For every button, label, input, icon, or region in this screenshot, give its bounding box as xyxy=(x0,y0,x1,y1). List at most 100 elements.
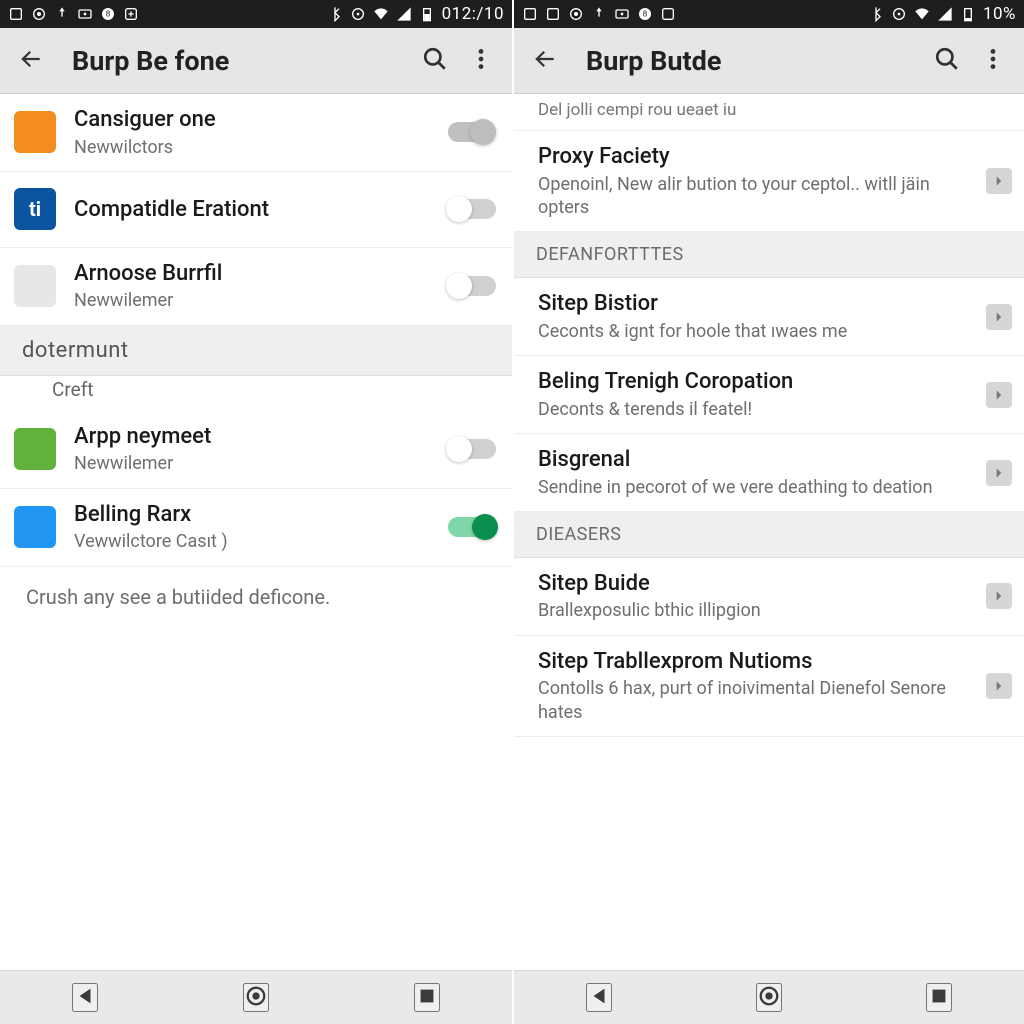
bluetooth-icon xyxy=(327,6,343,22)
section-sub: Creft xyxy=(0,376,512,411)
app-icon: ti xyxy=(14,188,56,230)
chevron-right-icon xyxy=(986,673,1012,699)
item-title: Belling Rarx xyxy=(74,501,438,529)
list-item[interactable]: ti Compatidle Erationt xyxy=(0,172,512,248)
app-title: Burp Be fone xyxy=(72,45,412,77)
back-button[interactable] xyxy=(522,36,568,85)
back-icon xyxy=(18,46,44,72)
list-item[interactable]: Belling Rarx Vewwilctore Casıt ) xyxy=(0,489,512,567)
item-subtitle: Contolls 6 hax, purt of inoivimental Die… xyxy=(538,677,970,724)
settings-list[interactable]: Del jolli cempi rou ueaet iu Proxy Facie… xyxy=(514,94,1024,970)
item-subtitle: Newwilemer xyxy=(74,289,438,312)
circle-home-icon xyxy=(245,985,267,1007)
status-icon xyxy=(31,6,47,22)
search-icon xyxy=(422,46,448,72)
item-title: Proxy Faciety xyxy=(538,143,970,171)
chevron-right-icon xyxy=(986,583,1012,609)
triangle-back-icon xyxy=(588,985,610,1007)
list-item[interactable]: Arnoose Burrfil Newwilemer xyxy=(0,248,512,326)
item-title: Arnoose Burrfil xyxy=(74,260,438,288)
section-header: DIEASERS xyxy=(514,512,1024,558)
list-item[interactable]: Proxy Faciety Openoinl, New alir bution … xyxy=(514,131,1024,232)
status-battery-pct: 10% xyxy=(983,4,1016,24)
circle-home-icon xyxy=(758,985,780,1007)
item-title: Sitep Buide xyxy=(538,570,970,598)
list-item[interactable]: Sitep Buide Brallexposulic bthic illipgi… xyxy=(514,558,1024,636)
item-subtitle: Newwilemer xyxy=(74,452,438,475)
toggle-switch[interactable] xyxy=(448,199,496,219)
location-icon xyxy=(891,6,907,22)
list-item[interactable]: Bisgrenal Sendine in pecorot of we vere … xyxy=(514,434,1024,512)
list-item[interactable]: Sitep Bistior Ceconts & ignt for hoole t… xyxy=(514,278,1024,356)
status-right-icons: 012:/10 xyxy=(327,4,504,24)
nav-home[interactable] xyxy=(756,983,782,1012)
svg-text:8: 8 xyxy=(643,10,648,19)
toggle-switch[interactable] xyxy=(448,439,496,459)
toggle-switch[interactable] xyxy=(448,276,496,296)
battery-icon xyxy=(960,6,976,22)
app-bar: Burp Butde xyxy=(514,28,1024,94)
phone-right: 8 10% Burp Butde Del jolli cempi rou uea… xyxy=(512,0,1024,1024)
status-bar: 8 10% xyxy=(514,0,1024,28)
status-icon xyxy=(568,6,584,22)
back-icon xyxy=(532,46,558,72)
status-icon: 8 xyxy=(100,6,116,22)
item-title: Arpp neymeet xyxy=(74,423,438,451)
list-item[interactable]: Sitep Trabllexprom Nutioms Contolls 6 ha… xyxy=(514,636,1024,737)
svg-text:8: 8 xyxy=(106,10,111,19)
status-icon xyxy=(123,6,139,22)
back-button[interactable] xyxy=(8,36,54,85)
search-icon xyxy=(934,46,960,72)
status-icon xyxy=(660,6,676,22)
item-subtitle: Newwilctors xyxy=(74,136,438,159)
item-subtitle: Brallexposulic bthic illipgion xyxy=(538,599,970,622)
search-button[interactable] xyxy=(924,36,970,85)
list-item[interactable]: Cansiguer one Newwilctors xyxy=(0,94,512,172)
toggle-switch[interactable] xyxy=(448,122,496,142)
more-button[interactable] xyxy=(970,36,1016,85)
item-title: Cansiguer one xyxy=(74,106,438,134)
item-subtitle: Openoinl, New alir bution to your ceptol… xyxy=(538,173,970,220)
item-subtitle: Sendine in pecorot of we vere deathing t… xyxy=(538,476,970,499)
app-icon xyxy=(14,428,56,470)
nav-bar xyxy=(514,970,1024,1024)
item-subtitle: Deconts & terends il featel! xyxy=(538,398,970,421)
status-icon xyxy=(522,6,538,22)
nav-recent[interactable] xyxy=(926,983,952,1012)
status-clock: 012:/10 xyxy=(442,4,504,24)
item-title: Sitep Bistior xyxy=(538,290,970,318)
chevron-right-icon xyxy=(986,460,1012,486)
status-icon: 8 xyxy=(637,6,653,22)
status-icon xyxy=(614,6,630,22)
more-icon xyxy=(980,46,1006,72)
signal-icon xyxy=(937,6,953,22)
nav-bar xyxy=(0,970,512,1024)
search-button[interactable] xyxy=(412,36,458,85)
status-icon xyxy=(8,6,24,22)
status-right-icons: 10% xyxy=(868,4,1016,24)
nav-home[interactable] xyxy=(243,983,269,1012)
settings-list[interactable]: Cansiguer one Newwilctors ti Compatidle … xyxy=(0,94,512,970)
square-recent-icon xyxy=(928,985,950,1007)
list-item[interactable]: Beling Trenigh Coropation Deconts & tere… xyxy=(514,356,1024,434)
status-icon xyxy=(54,6,70,22)
status-left-icons: 8 xyxy=(522,6,676,22)
bluetooth-icon xyxy=(868,6,884,22)
nav-back[interactable] xyxy=(586,983,612,1012)
status-left-icons: 8 xyxy=(8,6,139,22)
toggle-switch[interactable] xyxy=(448,517,496,537)
triangle-back-icon xyxy=(74,985,96,1007)
item-title: Compatidle Erationt xyxy=(74,196,438,224)
list-item[interactable]: Arpp neymeet Newwilemer xyxy=(0,411,512,489)
nav-back[interactable] xyxy=(72,983,98,1012)
status-icon xyxy=(77,6,93,22)
item-title: Bisgrenal xyxy=(538,446,970,474)
more-icon xyxy=(468,46,494,72)
more-button[interactable] xyxy=(458,36,504,85)
status-icon xyxy=(545,6,561,22)
chevron-right-icon xyxy=(986,382,1012,408)
app-icon xyxy=(14,506,56,548)
item-subtitle: Vewwilctore Casıt ) xyxy=(74,530,438,553)
nav-recent[interactable] xyxy=(414,983,440,1012)
app-bar: Burp Be fone xyxy=(0,28,512,94)
